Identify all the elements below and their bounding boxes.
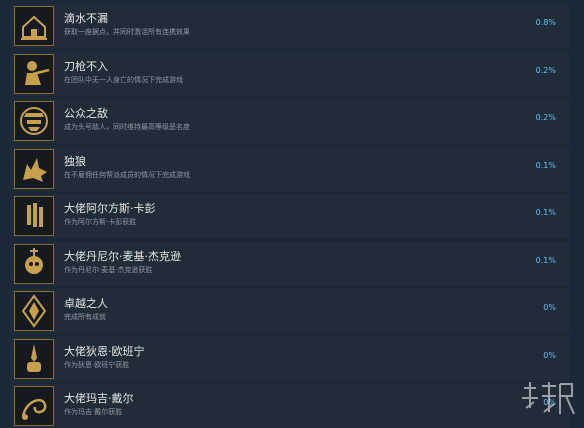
achievement-description: 获取一座据点，并同时激活所有连携效果 bbox=[64, 28, 190, 36]
achievement-description: 作为丹尼尔·麦基·杰克逊获胜 bbox=[64, 265, 153, 274]
achievement-row: 大佬阿尔方斯·卡彭作为阿尔方斯·卡彭获胜 0.1% bbox=[10, 194, 570, 238]
achievement-row: 刀枪不入在团队中无一人身亡的情况下完成游戏 0.2% bbox=[10, 51, 570, 96]
achievement-row: 卓越之人完成所有成就 0% bbox=[10, 289, 570, 333]
watermark-logo bbox=[518, 378, 578, 422]
achievement-row: 滴水不漏获取一座据点，并同时激活所有连携效果 0.8% bbox=[10, 4, 570, 48]
achievement-description: 成为头号敌人，同时维持最高等级恶名度 bbox=[64, 123, 190, 131]
achievement-row: 独狼在不雇佣任何帮派成员的情况下完成游戏 0.1% bbox=[10, 146, 570, 191]
achievement-description: 作为玛吉·戴尔获胜 bbox=[64, 408, 123, 416]
achievement-title: 大佬阿尔方斯·卡彭 bbox=[64, 202, 156, 215]
achievement-title: 卓越之人 bbox=[64, 297, 108, 310]
dagger-fist-icon bbox=[14, 338, 54, 379]
skull-dagger-icon bbox=[14, 243, 54, 284]
unlock-percentage: 0% bbox=[543, 303, 556, 312]
unlock-percentage: 0.1% bbox=[535, 208, 556, 217]
achievement-row: 大佬玛吉·戴尔 作为玛吉·戴尔获胜 0% bbox=[10, 384, 570, 428]
unlock-percentage: 0.8% bbox=[535, 18, 556, 27]
achievement-title: 滴水不漏 bbox=[64, 12, 108, 25]
achievement-title: 大佬狄恩·欧班宁 bbox=[64, 344, 145, 358]
unlock-percentage: 0.1% bbox=[535, 255, 556, 265]
achievement-description: 在不雇佣任何帮派成员的情况下完成游戏 bbox=[64, 170, 190, 179]
achievement-title: 大佬玛吉·戴尔 bbox=[64, 392, 134, 405]
achievement-description: 完成所有成就 bbox=[64, 313, 106, 321]
achievement-list: 滴水不漏获取一座据点，并同时激活所有连携效果 0.8% 刀枪不入在团队中无一人身亡的… bbox=[0, 0, 584, 428]
soldier-aim-icon bbox=[14, 53, 54, 94]
achievement-description: 在团队中无一人身亡的情况下完成游戏 bbox=[64, 75, 183, 84]
achievement-row: 公众之敌成为头号敌人，同时维持最高等级恶名度 0.2% bbox=[10, 99, 570, 143]
achievement-title: 刀枪不入 bbox=[64, 59, 108, 73]
emblem-icon bbox=[14, 291, 54, 331]
unlock-percentage: 0.2% bbox=[535, 113, 556, 122]
achievement-title: 大佬丹尼尔·麦基·杰克逊 bbox=[64, 249, 181, 263]
unlock-percentage: 0.1% bbox=[535, 160, 556, 170]
unlock-percentage: 0% bbox=[543, 350, 556, 360]
achievement-title: 公众之敌 bbox=[64, 107, 108, 120]
achievement-row: 大佬丹尼尔·麦基·杰克逊作为丹尼尔·麦基·杰克逊获胜 0.1% bbox=[10, 241, 570, 286]
house-hand-icon bbox=[14, 6, 54, 46]
masked-outlaw-icon bbox=[14, 101, 54, 141]
achievement-title: 独狼 bbox=[64, 154, 86, 168]
lone-wolf-icon bbox=[14, 148, 54, 189]
unlock-percentage: 0.2% bbox=[535, 65, 556, 75]
achievement-description: 作为狄恩·欧班宁获胜 bbox=[64, 360, 130, 369]
achievement-row: 大佬狄恩·欧班宁作为狄恩·欧班宁获胜 0% bbox=[10, 336, 570, 381]
bullets-icon bbox=[14, 196, 54, 236]
whip-icon bbox=[14, 386, 54, 426]
achievement-description: 作为阿尔方斯·卡彭获胜 bbox=[64, 218, 137, 226]
